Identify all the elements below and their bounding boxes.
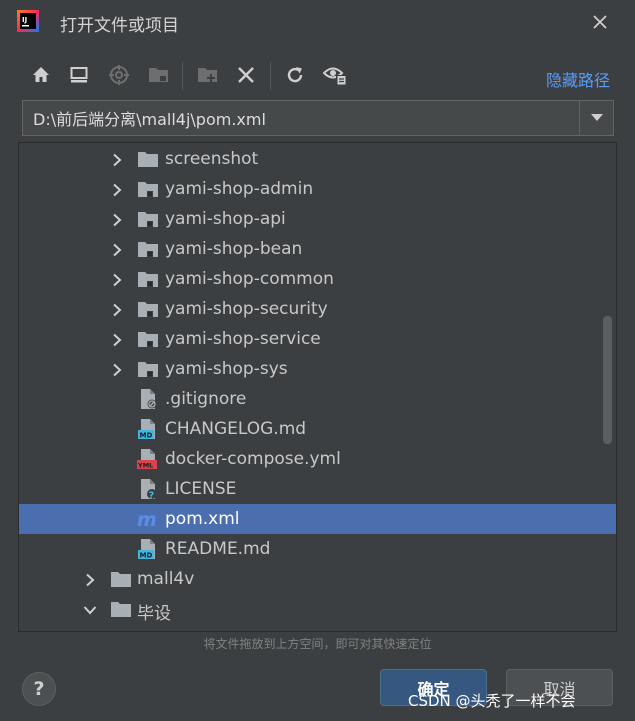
tree-row-label: docker-compose.yml [165,449,341,469]
file-tree[interactable]: screenshot yami-shop-admin yami-shop-api ya… [18,142,617,632]
svg-text:YML: YML [137,462,153,470]
tree-row[interactable]: .gitignore [19,384,616,414]
unknown-file-icon: ? [137,478,159,502]
module-directory-button[interactable] [146,60,172,90]
tree-row-label: yami-shop-admin [165,179,314,199]
svg-text:?: ? [149,491,155,501]
tree-row[interactable]: YML docker-compose.yml [19,444,616,474]
tree-row[interactable]: yami-shop-api [19,204,616,234]
tree-row[interactable]: 毕设 [19,594,616,624]
chevron-right-icon[interactable] [110,152,124,167]
tree-row-label: yami-shop-security [165,299,328,319]
tree-row[interactable]: mall4v [19,564,616,594]
hide-path-link[interactable]: 隐藏路径 [546,67,610,91]
tree-row[interactable]: yami-shop-sys [19,354,616,384]
app-logo-text: IJ [22,16,27,24]
refresh-button[interactable] [282,60,308,90]
tree-row-label: yami-shop-service [165,329,321,349]
module-folder-icon [137,268,159,290]
module-folder-icon [137,328,159,350]
markdown-file-icon: MD [137,418,159,440]
tree-row[interactable]: yami-shop-security [19,294,616,324]
gitignore-file-icon [137,388,159,410]
new-folder-icon [198,68,217,82]
tree-row-label: .gitignore [165,389,247,409]
chevron-right-icon[interactable] [110,332,124,347]
drag-drop-hint: 将文件拖放到上方空间，即可对其快速定位 [203,637,432,651]
tree-row-label: 毕设 [137,604,171,624]
module-folder-icon [137,208,159,230]
markdown-file-icon: MD [137,538,159,560]
toolbar-separator [182,62,183,90]
path-combobox [22,100,614,136]
delete-icon [238,67,254,83]
chevron-down-icon[interactable] [83,602,97,616]
folder-icon [110,598,132,620]
title-bar: IJ 打开文件或项目 [0,0,635,44]
chevron-right-icon[interactable] [110,212,124,227]
toolbar-separator [270,62,271,90]
intellij-logo-icon: IJ [17,10,39,32]
chevron-right-icon[interactable] [110,302,124,317]
delete-button[interactable] [233,60,259,90]
chevron-right-icon[interactable] [83,572,97,587]
path-history-dropdown-button[interactable] [579,101,613,135]
tree-row[interactable]: screenshot [19,144,616,174]
csdn-watermark: CSDN @头秃了一样不会 [408,692,576,710]
tree-row-label: yami-shop-common [165,269,334,289]
tree-row-label: yami-shop-sys [165,359,288,379]
show-hidden-files-icon [323,67,346,85]
home-icon [33,67,49,82]
tree-row-label: README.md [165,539,271,559]
tree-row-label: yami-shop-bean [165,239,303,259]
module-folder-icon [137,238,159,260]
chevron-right-icon[interactable] [110,272,124,287]
tree-row[interactable]: yami-shop-common [19,264,616,294]
folder-icon [110,568,132,590]
tree-row[interactable]: ? LICENSE [19,474,616,504]
tree-row-label: yami-shop-api [165,209,286,229]
svg-text:m: m [137,509,157,530]
toolbar [28,60,618,92]
module-folder-icon [137,358,159,380]
close-icon [593,15,607,29]
tree-row[interactable]: m pom.xml [19,504,616,534]
project-directory-icon [109,65,129,85]
tree-scrollbar-thumb[interactable] [603,316,612,444]
module-directory-icon [149,68,168,82]
desktop-icon [70,67,88,83]
folder-icon [137,148,159,170]
maven-file-icon: m [137,508,159,531]
chevron-right-icon[interactable] [110,362,124,377]
dialog-title: 打开文件或项目 [60,16,179,36]
show-hidden-files-button[interactable] [322,60,348,90]
tree-row[interactable]: MD CHANGELOG.md [19,414,616,444]
tree-row[interactable]: yami-shop-admin [19,174,616,204]
tree-row[interactable]: yami-shop-bean [19,234,616,264]
tree-row[interactable]: MD README.md [19,534,616,564]
tree-row[interactable]: yami-shop-service [19,324,616,354]
tree-row-label: LICENSE [165,479,237,499]
project-directory-button[interactable] [106,60,132,90]
home-button[interactable] [28,60,54,90]
tree-row-label: screenshot [165,149,259,169]
path-input[interactable] [23,101,579,135]
module-folder-icon [137,178,159,200]
svg-text:MD: MD [140,432,153,440]
tree-row-label: mall4v [137,569,195,589]
desktop-button[interactable] [66,60,92,90]
close-button[interactable] [588,10,612,34]
chevron-right-icon[interactable] [110,182,124,197]
yaml-file-icon: YML [137,448,159,470]
module-folder-icon [137,298,159,320]
new-folder-button[interactable] [195,60,221,90]
chevron-down-icon [590,114,603,121]
tree-row-label: pom.xml [165,509,240,529]
refresh-icon [287,67,303,83]
svg-text:MD: MD [140,552,153,560]
help-button[interactable]: ? [22,672,56,706]
chevron-right-icon[interactable] [110,242,124,257]
tree-row-label: CHANGELOG.md [165,419,307,439]
